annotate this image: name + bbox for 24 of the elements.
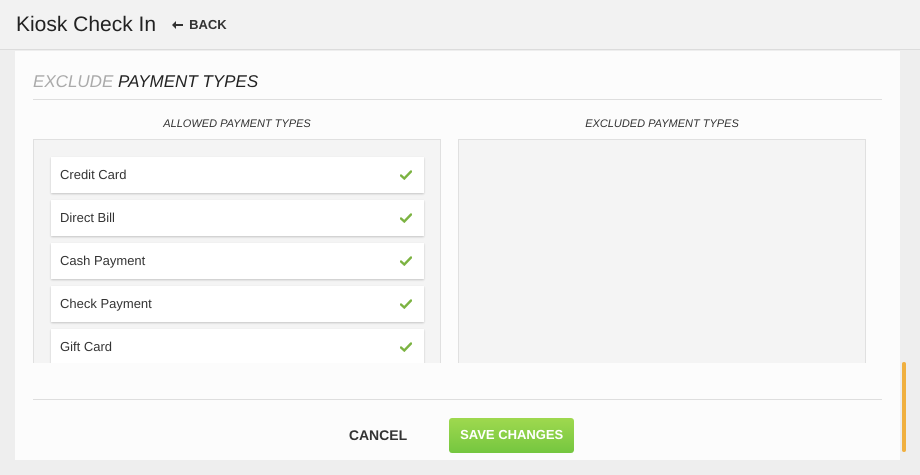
- section-title-prefix: EXCLUDE: [33, 72, 114, 91]
- cancel-button[interactable]: CANCEL: [340, 416, 416, 454]
- check-icon: [400, 212, 412, 222]
- section-title: PAYMENT TYPES: [118, 72, 258, 91]
- payment-type-item[interactable]: Credit Card: [51, 156, 424, 192]
- page-title: Kiosk Check In: [16, 12, 156, 38]
- payment-type-label: Credit Card: [60, 166, 126, 184]
- column-heading: EXCLUDED PAYMENT TYPES: [585, 116, 739, 132]
- check-icon: [400, 342, 412, 352]
- payment-type-label: Cash Payment: [60, 252, 146, 270]
- check-icon: [400, 298, 412, 308]
- arrow-left-icon: [172, 20, 184, 28]
- payment-type-label: Check Payment: [60, 294, 152, 313]
- payment-type-label: Direct Bill: [60, 208, 115, 227]
- payment-type-label: Gift Card: [60, 338, 112, 356]
- payment-type-item[interactable]: Direct Bill: [51, 200, 424, 236]
- column-heading: ALLOWED PAYMENT TYPES: [163, 116, 311, 132]
- payment-type-item[interactable]: Check Payment: [51, 286, 424, 322]
- payment-type-item[interactable]: Gift Card: [51, 328, 424, 362]
- scrollbar-thumb[interactable]: [902, 362, 906, 452]
- payment-type-item[interactable]: Cash Payment: [51, 242, 424, 278]
- check-icon: [400, 256, 412, 266]
- back-link[interactable]: BACK: [172, 14, 227, 34]
- check-icon: [400, 170, 412, 180]
